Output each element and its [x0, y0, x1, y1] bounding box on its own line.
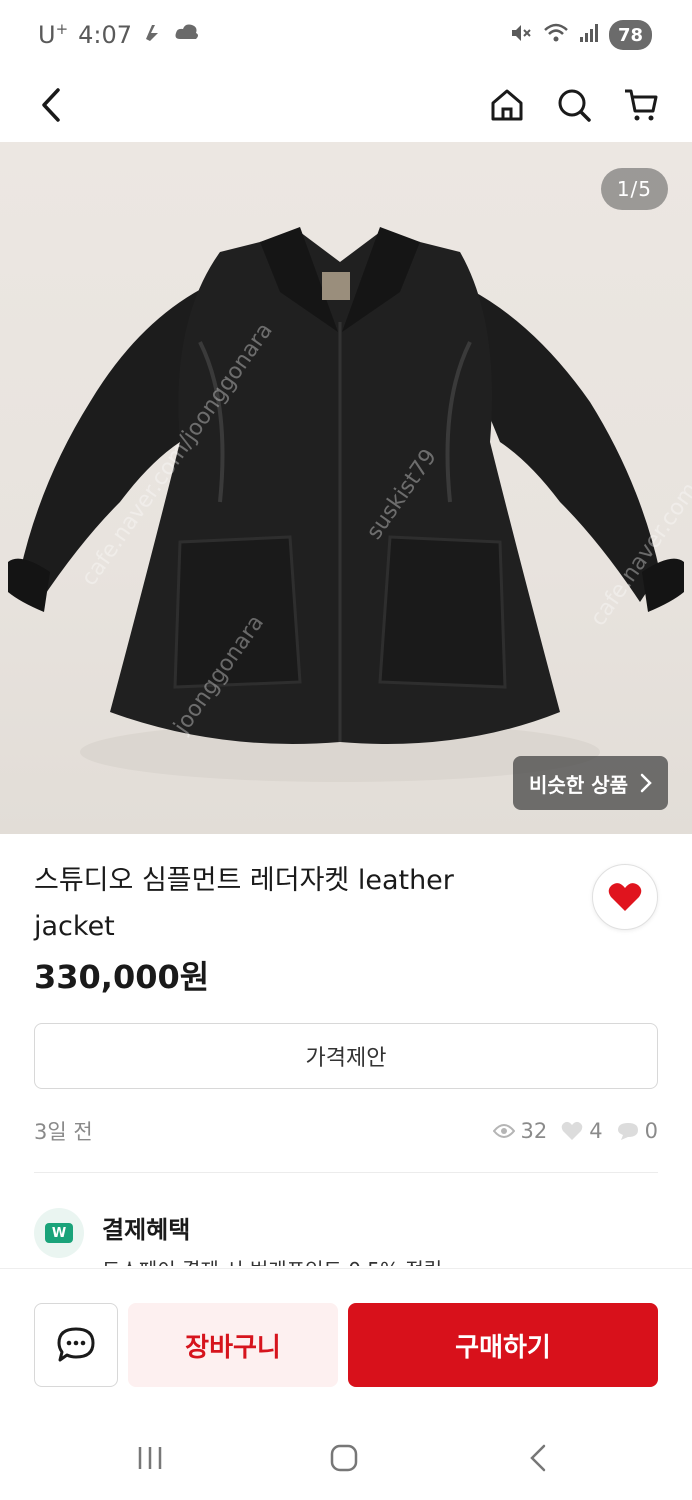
chat-count: 0: [617, 1119, 658, 1143]
product-title: 스튜디오 심플먼트 레더자켓 leather jacket: [34, 865, 454, 942]
posted-time: 3일 전: [34, 1120, 93, 1144]
cloud-icon: [174, 21, 200, 49]
chat-bubble-icon: [617, 1123, 638, 1140]
cart-button[interactable]: [616, 80, 666, 130]
recent-apps-button[interactable]: [130, 1438, 170, 1478]
chevron-left-icon: [42, 88, 60, 122]
chat-count-value: 0: [644, 1119, 658, 1143]
system-navigation-bar: [0, 1410, 692, 1500]
price-offer-button[interactable]: 가격제안: [34, 1023, 658, 1089]
chat-button[interactable]: [34, 1303, 118, 1387]
system-back-button[interactable]: [518, 1438, 558, 1478]
view-count-value: 32: [520, 1119, 548, 1143]
won-badge: W: [45, 1223, 73, 1243]
product-photo-jacket: [8, 227, 684, 782]
meta-row: 3일 전 32 4 0: [34, 1114, 658, 1148]
back-arrow-icon: [530, 1444, 546, 1472]
bottom-action-bar: 장바구니 구매하기: [0, 1268, 692, 1410]
recent-apps-icon: [138, 1447, 162, 1469]
chevron-right-icon: [640, 773, 652, 793]
carrier-label: U+: [38, 20, 68, 49]
similar-products-button[interactable]: 비슷한 상품: [513, 756, 668, 810]
status-bar: U+ 4:07 78: [0, 0, 692, 70]
like-button[interactable]: [592, 864, 658, 930]
product-price: 330,000원: [34, 958, 210, 996]
product-stats: 32 4 0: [492, 1119, 658, 1143]
like-count: 4: [561, 1119, 603, 1143]
status-time: 4:07: [78, 20, 133, 49]
image-counter: 1/5: [600, 168, 668, 210]
product-image-gallery[interactable]: cafe.naver.com/joonggonara suskist79 caf…: [0, 142, 692, 834]
benefit-description: 토스페이 결제 시 번개포인트 0.5% 적립: [102, 1254, 442, 1266]
top-nav: [0, 70, 692, 142]
chat-icon: [57, 1327, 95, 1362]
payment-benefit-section[interactable]: W 결제혜택 토스페이 결제 시 번개포인트 0.5% 적립: [34, 1206, 658, 1266]
won-icon: W: [34, 1208, 84, 1258]
similar-products-label: 비슷한 상품: [529, 772, 628, 797]
heart-outline-icon: [561, 1121, 583, 1140]
cart-icon: [625, 89, 658, 121]
heart-icon: [608, 883, 642, 911]
status-right: 78: [509, 20, 652, 50]
home-icon: [491, 89, 523, 121]
back-button[interactable]: [26, 80, 76, 130]
benefit-title: 결제혜택: [102, 1216, 191, 1244]
status-left: U+ 4:07: [38, 20, 200, 49]
search-button[interactable]: [549, 80, 599, 130]
carrier-name: U: [38, 21, 56, 49]
search-icon: [558, 89, 591, 122]
notification-icon: [142, 21, 164, 49]
system-home-button[interactable]: [324, 1438, 364, 1478]
home-button[interactable]: [482, 80, 532, 130]
view-count: 32: [492, 1119, 548, 1143]
eye-icon: [492, 1124, 515, 1138]
home-circle-icon: [330, 1444, 358, 1472]
wifi-icon: [543, 22, 569, 48]
section-divider: [34, 1172, 658, 1173]
mute-icon: [509, 21, 533, 49]
like-count-value: 4: [589, 1119, 603, 1143]
add-to-cart-button[interactable]: 장바구니: [128, 1303, 338, 1387]
carrier-plus: +: [55, 20, 69, 38]
signal-icon: [579, 23, 599, 47]
battery-indicator: 78: [608, 20, 652, 50]
buy-now-button[interactable]: 구매하기: [348, 1303, 658, 1387]
